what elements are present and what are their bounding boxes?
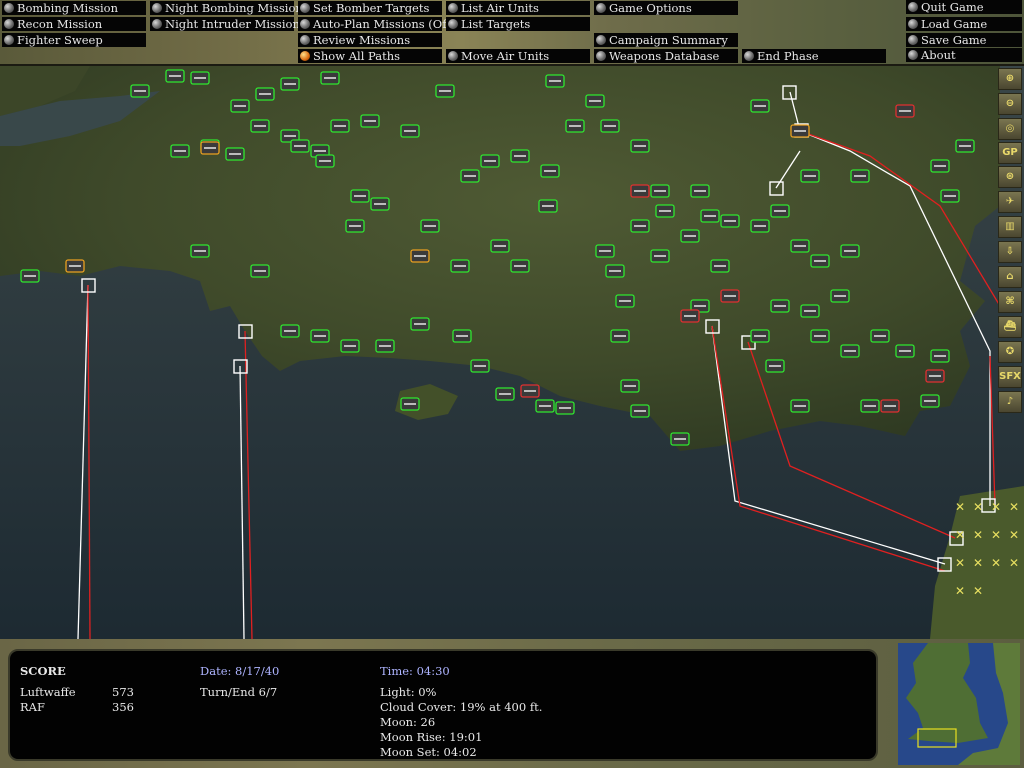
radio-icon <box>4 19 14 29</box>
zoom-out-icon[interactable]: ⊖ <box>998 93 1022 115</box>
radio-icon <box>596 3 606 13</box>
turn-text: Turn/End 6/7 <box>200 685 278 699</box>
airfield-icon: ✕ <box>973 500 983 514</box>
set-bomber-targets-button[interactable]: Set Bomber Targets <box>298 1 442 15</box>
radio-icon <box>596 51 606 61</box>
arrow-down-icon[interactable]: ⇩ <box>998 241 1022 263</box>
date-text: Date: 8/17/40 <box>200 664 280 678</box>
airfield-icon: ✕ <box>973 528 983 542</box>
raf-label: RAF <box>20 700 45 714</box>
radio-icon <box>300 3 310 13</box>
airfield-icon: ✕ <box>955 556 965 570</box>
radio-icon <box>908 50 918 60</box>
radio-icon <box>448 3 458 13</box>
radio-icon <box>596 35 606 45</box>
music-icon[interactable]: ♪ <box>998 391 1022 413</box>
cloud-cover-text: Cloud Cover: 19% at 400 ft. <box>380 700 543 714</box>
night-bombing-button[interactable]: Night Bombing Mission <box>150 1 303 15</box>
list-targets-button[interactable]: List Targets <box>446 17 590 31</box>
airfield-icon: ✕ <box>1009 500 1019 514</box>
light-text: Light: 0% <box>380 685 437 699</box>
building-icon[interactable]: ⌘ <box>998 291 1022 313</box>
radio-icon <box>300 35 310 45</box>
radio-icon <box>908 2 918 12</box>
airfield-icon: ✕ <box>955 528 965 542</box>
radio-icon <box>152 19 162 29</box>
menu-bar: Bombing Mission Recon Mission Fighter Sw… <box>0 0 1024 66</box>
save-game-button[interactable]: Save Game <box>906 33 1022 47</box>
bombing-mission-button[interactable]: Bombing Mission <box>2 1 146 15</box>
airfield-icon: ✕ <box>955 500 965 514</box>
sfx-button[interactable]: SFX <box>998 366 1022 388</box>
radio-icon <box>152 3 162 13</box>
about-button[interactable]: About <box>906 48 1022 62</box>
airfield-icon: ✕ <box>973 556 983 570</box>
radio-icon <box>448 19 458 29</box>
zoom-in-icon[interactable]: ⊕ <box>998 68 1022 90</box>
radio-selected-icon <box>300 51 310 61</box>
airfield-icon: ✕ <box>1009 556 1019 570</box>
campaign-summary-button[interactable]: Campaign Summary <box>594 33 738 47</box>
radio-icon <box>4 3 14 13</box>
gp-button[interactable]: GP <box>998 142 1022 164</box>
moon-set-text: Moon Set: 04:02 <box>380 745 477 759</box>
airfield-icon: ✕ <box>955 584 965 598</box>
game-options-button[interactable]: Game Options <box>594 1 738 15</box>
show-all-paths-button[interactable]: Show All Paths <box>298 49 442 63</box>
airfield-icon: ✕ <box>991 500 1001 514</box>
fighter-sweep-button[interactable]: Fighter Sweep <box>2 33 146 47</box>
radio-icon <box>908 19 918 29</box>
radio-icon <box>744 51 754 61</box>
minimap[interactable] <box>898 643 1020 765</box>
load-game-button[interactable]: Load Game <box>906 17 1022 31</box>
radar-icon[interactable]: ⌂ <box>998 266 1022 288</box>
score-title: SCORE <box>20 664 66 678</box>
campaign-map[interactable]: ✕ ✕ ✕ ✕ ✕ ✕ ✕ ✕ ✕ ✕ ✕ ✕ ✕ ✕ <box>0 66 1024 639</box>
recon-mission-button[interactable]: Recon Mission <box>2 17 146 31</box>
end-phase-button[interactable]: End Phase <box>742 49 886 63</box>
ship-icon[interactable]: ⛴ <box>998 316 1022 338</box>
info-box: SCORE Luftwaffe 573 RAF 356 Date: 8/17/4… <box>8 649 878 761</box>
target-icon[interactable]: ⊛ <box>998 166 1022 188</box>
radio-icon <box>448 51 458 61</box>
moon-rise-text: Moon Rise: 19:01 <box>380 730 483 744</box>
radio-icon <box>908 35 918 45</box>
radio-icon <box>300 19 310 29</box>
raf-score: 356 <box>112 700 134 714</box>
airfield-icon: ✕ <box>973 584 983 598</box>
auto-plan-button[interactable]: Auto-Plan Missions (Off) <box>298 17 455 31</box>
airfield-icon: ✕ <box>991 556 1001 570</box>
luftwaffe-score: 573 <box>112 685 134 699</box>
moon-text: Moon: 26 <box>380 715 436 729</box>
airfield-icon: ✕ <box>1009 528 1019 542</box>
luftwaffe-label: Luftwaffe <box>20 685 76 699</box>
review-missions-button[interactable]: Review Missions <box>298 33 442 47</box>
list-air-units-button[interactable]: List Air Units <box>446 1 590 15</box>
factory-icon[interactable]: ▥ <box>998 216 1022 238</box>
airfield-icon: ✕ <box>991 528 1001 542</box>
quit-game-button[interactable]: Quit Game <box>906 0 1022 14</box>
aircraft-icon[interactable]: ✈ <box>998 191 1022 213</box>
move-air-units-button[interactable]: Move Air Units <box>446 49 590 63</box>
radio-icon <box>4 35 14 45</box>
weapons-database-button[interactable]: Weapons Database <box>594 49 738 63</box>
crosshair-icon[interactable]: ◎ <box>998 118 1022 140</box>
compass-icon[interactable]: ✪ <box>998 341 1022 363</box>
night-intruder-button[interactable]: Night Intruder Mission <box>150 17 300 31</box>
status-panel: SCORE Luftwaffe 573 RAF 356 Date: 8/17/4… <box>0 639 1024 768</box>
time-text: Time: 04:30 <box>380 664 450 678</box>
